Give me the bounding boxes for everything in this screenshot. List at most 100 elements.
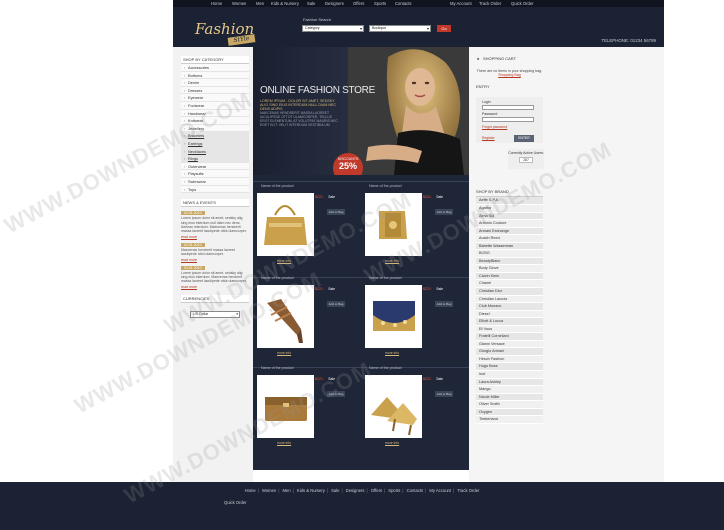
brand-item[interactable]: Oliver Smith bbox=[476, 401, 543, 409]
currency-select[interactable]: US Dollar ▾ bbox=[190, 310, 240, 318]
brand-item[interactable]: Nicole Miller bbox=[476, 393, 543, 402]
search-go-button[interactable]: Go bbox=[437, 25, 451, 32]
brand-item[interactable]: Gianni Versace bbox=[476, 340, 543, 349]
category-item[interactable]: Jewellery bbox=[181, 124, 249, 133]
brand-item[interactable]: Babette Wasserman bbox=[476, 242, 543, 251]
category-select[interactable]: Category ▾ bbox=[302, 25, 364, 32]
footer-link[interactable]: My Account bbox=[429, 488, 451, 493]
enter-button[interactable]: ENTER bbox=[514, 135, 534, 143]
more-info-link[interactable]: more info bbox=[385, 351, 399, 355]
category-item[interactable]: Accessories bbox=[181, 64, 249, 72]
product-card[interactable]: Name of the product $221 Sale Add to Bag… bbox=[361, 365, 465, 459]
footer-link[interactable]: Women bbox=[262, 488, 276, 493]
category-item[interactable]: Swimwear bbox=[181, 177, 249, 186]
brand-item[interactable]: Inot bbox=[476, 370, 543, 379]
nav-sports[interactable]: Sports bbox=[374, 1, 386, 6]
read-more-link[interactable]: read more bbox=[181, 285, 249, 289]
hero-banner[interactable]: ONLINE FASHION STORE LOREM IPSUM - DOLOR… bbox=[253, 47, 469, 175]
forgot-password-link[interactable]: Forgot password bbox=[482, 125, 507, 129]
brand-item[interactable]: Fratelli Corneliani bbox=[476, 333, 543, 341]
category-item[interactable]: Handwear bbox=[181, 109, 249, 118]
category-item[interactable]: Footwear bbox=[181, 101, 249, 110]
brand-item[interactable]: Austin Reed bbox=[476, 235, 543, 243]
boutique-select[interactable]: Boutique ▾ bbox=[369, 25, 431, 32]
product-image[interactable] bbox=[365, 285, 422, 348]
product-card[interactable]: Name of the product $221 Sale Add to Bag… bbox=[253, 275, 357, 369]
product-name[interactable]: Name of the product bbox=[261, 366, 294, 370]
category-item[interactable]: Eyewear bbox=[181, 94, 249, 102]
footer-quick-order-link[interactable]: Quick Order bbox=[224, 500, 247, 505]
footer-link[interactable]: Designers bbox=[346, 488, 365, 493]
footer-link[interactable]: Track Order bbox=[457, 488, 479, 493]
brand-item[interactable]: Giorgio Armani bbox=[476, 348, 543, 356]
shopping-bag-link[interactable]: Shopping Bag bbox=[476, 73, 543, 77]
product-name[interactable]: Name of the product bbox=[369, 276, 402, 280]
login-input[interactable] bbox=[482, 105, 534, 111]
more-info-link[interactable]: more info bbox=[277, 441, 291, 445]
nav-home[interactable]: Home bbox=[211, 1, 222, 6]
footer-link[interactable]: Men bbox=[283, 488, 291, 493]
product-image[interactable] bbox=[365, 375, 422, 438]
brand-item[interactable]: Elliott & Lucca bbox=[476, 318, 543, 326]
category-item[interactable]: Knitwear bbox=[181, 117, 249, 125]
product-card[interactable]: Name of the product $221 Sale Add to Bag… bbox=[253, 183, 357, 277]
nav-offers[interactable]: Offers bbox=[353, 1, 364, 6]
brand-item[interactable]: Diesel bbox=[476, 310, 543, 319]
category-item[interactable]: Denim bbox=[181, 79, 249, 87]
brand-item[interactable]: Calvin Klein bbox=[476, 272, 543, 281]
add-to-bag-button[interactable]: Add to Bag bbox=[327, 301, 345, 307]
product-name[interactable]: Name of the product bbox=[261, 184, 294, 188]
brand-item[interactable]: Mango bbox=[476, 386, 543, 394]
add-to-bag-button[interactable]: Add to Bag bbox=[327, 209, 345, 215]
product-card[interactable]: Name of the product $221 Sale Add to Bag… bbox=[361, 183, 465, 277]
brand-item[interactable]: Armani Exchange bbox=[476, 227, 543, 236]
brand-item[interactable]: Antonio Couture bbox=[476, 220, 543, 228]
category-item[interactable]: Dresses bbox=[181, 86, 249, 95]
nav-my-account[interactable]: My Account bbox=[450, 1, 472, 6]
more-info-link[interactable]: more info bbox=[277, 351, 291, 355]
nav-contacts[interactable]: Contacts bbox=[395, 1, 412, 6]
subcategory-item[interactable]: Bracelets bbox=[181, 132, 249, 140]
nav-sale[interactable]: Sale bbox=[307, 1, 315, 6]
product-name[interactable]: Name of the product bbox=[369, 366, 402, 370]
product-card[interactable]: Name of the product $221 Sale Add to Bag… bbox=[361, 275, 465, 369]
brand-item[interactable]: Aeffe S.P.A bbox=[476, 197, 543, 205]
brand-item[interactable]: Et Vous bbox=[476, 325, 543, 334]
brand-item[interactable]: Club Monaco bbox=[476, 303, 543, 311]
product-image[interactable] bbox=[365, 193, 422, 256]
category-item[interactable]: Outerwear bbox=[181, 162, 249, 171]
brand-item[interactable]: Body Glove bbox=[476, 265, 543, 273]
add-to-bag-button[interactable]: Add to Bag bbox=[435, 301, 453, 307]
add-to-bag-button[interactable]: Add to Bag bbox=[435, 209, 453, 215]
brand-item[interactable]: BCBG bbox=[476, 250, 543, 258]
footer-link[interactable]: Sale bbox=[331, 488, 339, 493]
nav-women[interactable]: Women bbox=[232, 1, 246, 6]
brand-item[interactable]: Oxygen bbox=[476, 408, 543, 417]
password-input[interactable] bbox=[482, 117, 534, 123]
add-to-bag-button[interactable]: Add to Bag bbox=[435, 391, 453, 397]
footer-link[interactable]: Offers bbox=[371, 488, 382, 493]
subcategory-item[interactable]: Rings bbox=[181, 155, 249, 163]
nav-designers[interactable]: Designers bbox=[325, 1, 344, 6]
product-image[interactable] bbox=[257, 285, 314, 348]
brand-item[interactable]: Hirsch Fashion bbox=[476, 355, 543, 364]
brand-item[interactable]: Alma Sol bbox=[476, 212, 543, 221]
nav-track-order[interactable]: Track Order bbox=[479, 1, 501, 6]
add-to-bag-button[interactable]: Add to Bag bbox=[327, 391, 345, 397]
product-name[interactable]: Name of the product bbox=[369, 184, 402, 188]
more-info-link[interactable]: more info bbox=[385, 259, 399, 263]
footer-link[interactable]: Contacts bbox=[407, 488, 424, 493]
brand-item[interactable]: Laura Ashley bbox=[476, 378, 543, 387]
subcategory-item[interactable]: Necklaces bbox=[181, 147, 249, 156]
footer-link[interactable]: Kids & Nursery bbox=[297, 488, 325, 493]
product-image[interactable] bbox=[257, 193, 314, 256]
brand-item[interactable]: Agatha bbox=[476, 204, 543, 213]
brand-item[interactable]: Chanel bbox=[476, 280, 543, 288]
brand-item[interactable]: Christian Dior bbox=[476, 287, 543, 296]
nav-quick-order[interactable]: Quick Order bbox=[511, 1, 534, 6]
product-image[interactable] bbox=[257, 375, 314, 438]
footer-link[interactable]: Sports bbox=[388, 488, 400, 493]
subcategory-item[interactable]: Earrings bbox=[181, 139, 249, 148]
footer-link[interactable]: Home bbox=[245, 488, 256, 493]
product-name[interactable]: Name of the product bbox=[261, 276, 294, 280]
